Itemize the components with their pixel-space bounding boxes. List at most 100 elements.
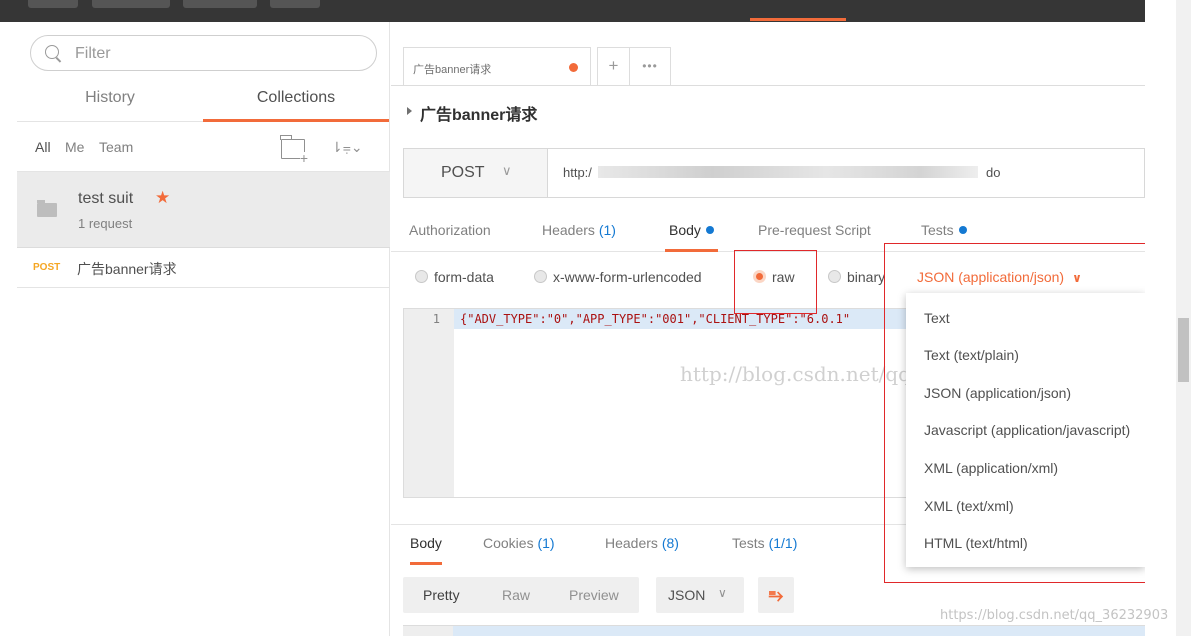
tests-indicator-dot — [958, 226, 967, 234]
url-start: http:/ — [563, 165, 592, 180]
tab-history[interactable]: History — [17, 84, 203, 122]
tab-tests-label: Tests — [921, 222, 954, 238]
request-method-badge: POST — [33, 262, 61, 273]
response-editor[interactable] — [403, 625, 1145, 636]
sidebar-tabs: History Collections — [17, 84, 390, 122]
filter-me[interactable]: Me — [65, 139, 84, 155]
filter-placeholder: Filter — [75, 45, 111, 62]
request-title: 广告banner请求 — [420, 107, 538, 124]
wrap-icon: ⥱ — [768, 585, 784, 605]
filter-all[interactable]: All — [35, 139, 51, 155]
dropdown-item-javascript[interactable]: Javascript (application/javascript) — [924, 422, 1130, 438]
top-toolbar — [0, 0, 1145, 22]
unsaved-dot-icon — [569, 63, 578, 72]
tab-authorization[interactable]: Authorization — [409, 222, 491, 252]
new-tab-button[interactable]: + — [597, 47, 630, 85]
url-bar: POST ∨ http:/ do — [403, 148, 1145, 198]
response-tab-body-label: Body — [410, 535, 442, 551]
search-icon — [45, 45, 59, 59]
response-tab-tests-label: Tests — [732, 535, 765, 551]
format-button-group: Pretty Raw Preview — [403, 577, 639, 613]
corner-watermark: https://blog.csdn.net/qq_36232903 — [940, 608, 1169, 623]
response-tab-cookies[interactable]: Cookies (1) — [483, 535, 555, 565]
scrollbar-thumb[interactable] — [1178, 318, 1189, 382]
tabs-divider — [391, 85, 1145, 86]
toolbar-button[interactable] — [270, 0, 320, 8]
sidebar: Filter History Collections All Me Team ⇂… — [17, 22, 390, 636]
dropdown-item-html[interactable]: HTML (text/html) — [924, 535, 1028, 551]
radio-label: form-data — [434, 269, 494, 285]
tab-body[interactable]: Body — [665, 222, 718, 252]
tab-collections[interactable]: Collections — [203, 84, 389, 122]
more-tabs-button[interactable]: ••• — [630, 47, 671, 85]
radio-circle — [534, 270, 547, 283]
chevron-down-icon: ∨ — [718, 586, 727, 600]
dropdown-item-xml-app[interactable]: XML (application/xml) — [924, 460, 1058, 476]
content-type-dropdown: Text Text (text/plain) JSON (application… — [906, 293, 1145, 567]
tab-headers[interactable]: Headers (1) — [542, 222, 616, 252]
sort-icon[interactable]: ⇂⩦⌄ — [331, 139, 363, 156]
response-tab-tests[interactable]: Tests (1/1) — [732, 535, 797, 565]
request-name: 广告banner请求 — [77, 261, 177, 277]
tab-body-label: Body — [669, 222, 701, 238]
response-tab-headers-label: Headers — [605, 535, 658, 551]
filter-input[interactable]: Filter — [30, 35, 377, 71]
url-input[interactable]: http:/ do — [548, 149, 1144, 197]
dropdown-item-json[interactable]: JSON (application/json) — [924, 385, 1071, 401]
cookies-count: (1) — [537, 535, 555, 551]
body-indicator-dot — [705, 226, 714, 234]
code-text[interactable]: {"ADV_TYPE":"0","APP_TYPE":"001","CLIENT… — [460, 312, 850, 326]
response-tab-headers[interactable]: Headers (8) — [605, 535, 679, 565]
tests-count: (1/1) — [768, 535, 798, 551]
tab-prerequest-label: Pre-request Script — [758, 222, 871, 238]
response-format-value: JSON — [668, 587, 706, 603]
response-gutter — [403, 626, 453, 636]
request-tab[interactable]: 广告banner请求 — [403, 47, 591, 85]
tab-headers-label: Headers — [542, 222, 595, 238]
caret-right-icon[interactable] — [407, 107, 412, 115]
chevron-down-icon: ∨ — [502, 163, 512, 178]
raw-button[interactable]: Raw — [502, 587, 530, 603]
request-tab-label: 广告banner请求 — [413, 64, 492, 76]
folder-icon — [37, 200, 57, 217]
dropdown-item-text-plain[interactable]: Text (text/plain) — [924, 347, 1019, 363]
editor-gutter: 1 — [404, 309, 454, 497]
toolbar-active-indicator — [750, 18, 846, 21]
request-item[interactable]: POST 广告banner请求 — [17, 248, 390, 288]
collection-item[interactable]: test suit ★ 1 request — [17, 172, 390, 248]
line-number: 1 — [432, 312, 440, 326]
headers-count: (1) — [598, 222, 616, 238]
radio-circle — [828, 270, 841, 283]
star-icon[interactable]: ★ — [155, 188, 170, 208]
response-headers-count: (8) — [661, 535, 679, 551]
wrap-lines-button[interactable]: ⥱ — [758, 577, 794, 613]
radio-form-data[interactable]: form-data — [415, 269, 494, 285]
toolbar-button[interactable] — [183, 0, 257, 8]
method-select[interactable]: POST ∨ — [404, 149, 548, 197]
radio-binary[interactable]: binary — [828, 269, 885, 285]
pretty-button[interactable]: Pretty — [423, 587, 460, 603]
dropdown-item-text[interactable]: Text — [924, 310, 950, 326]
filter-team[interactable]: Team — [99, 139, 133, 155]
toolbar-button[interactable] — [92, 0, 170, 8]
collection-count: 1 request — [78, 216, 133, 231]
url-redacted — [598, 166, 978, 178]
new-collection-icon[interactable] — [280, 135, 308, 164]
url-end: do — [986, 165, 1001, 180]
dropdown-item-xml-text[interactable]: XML (text/xml) — [924, 498, 1014, 514]
preview-button[interactable]: Preview — [569, 587, 619, 603]
radio-label: binary — [847, 269, 886, 285]
tab-authorization-label: Authorization — [409, 222, 491, 238]
toolbar-button[interactable] — [28, 0, 78, 8]
response-tab-body[interactable]: Body — [410, 535, 442, 565]
radio-urlencoded[interactable]: x-www-form-urlencoded — [534, 269, 702, 285]
annotation-box-raw — [734, 250, 817, 314]
response-tab-cookies-label: Cookies — [483, 535, 534, 551]
method-value: POST — [441, 164, 485, 181]
tab-prerequest[interactable]: Pre-request Script — [758, 222, 871, 252]
owner-filter-row: All Me Team ⇂⩦⌄ — [17, 122, 390, 172]
radio-label: x-www-form-urlencoded — [553, 269, 702, 285]
radio-circle — [415, 270, 428, 283]
collection-name: test suit — [78, 190, 134, 207]
response-format-select[interactable]: JSON ∨ — [656, 577, 744, 613]
